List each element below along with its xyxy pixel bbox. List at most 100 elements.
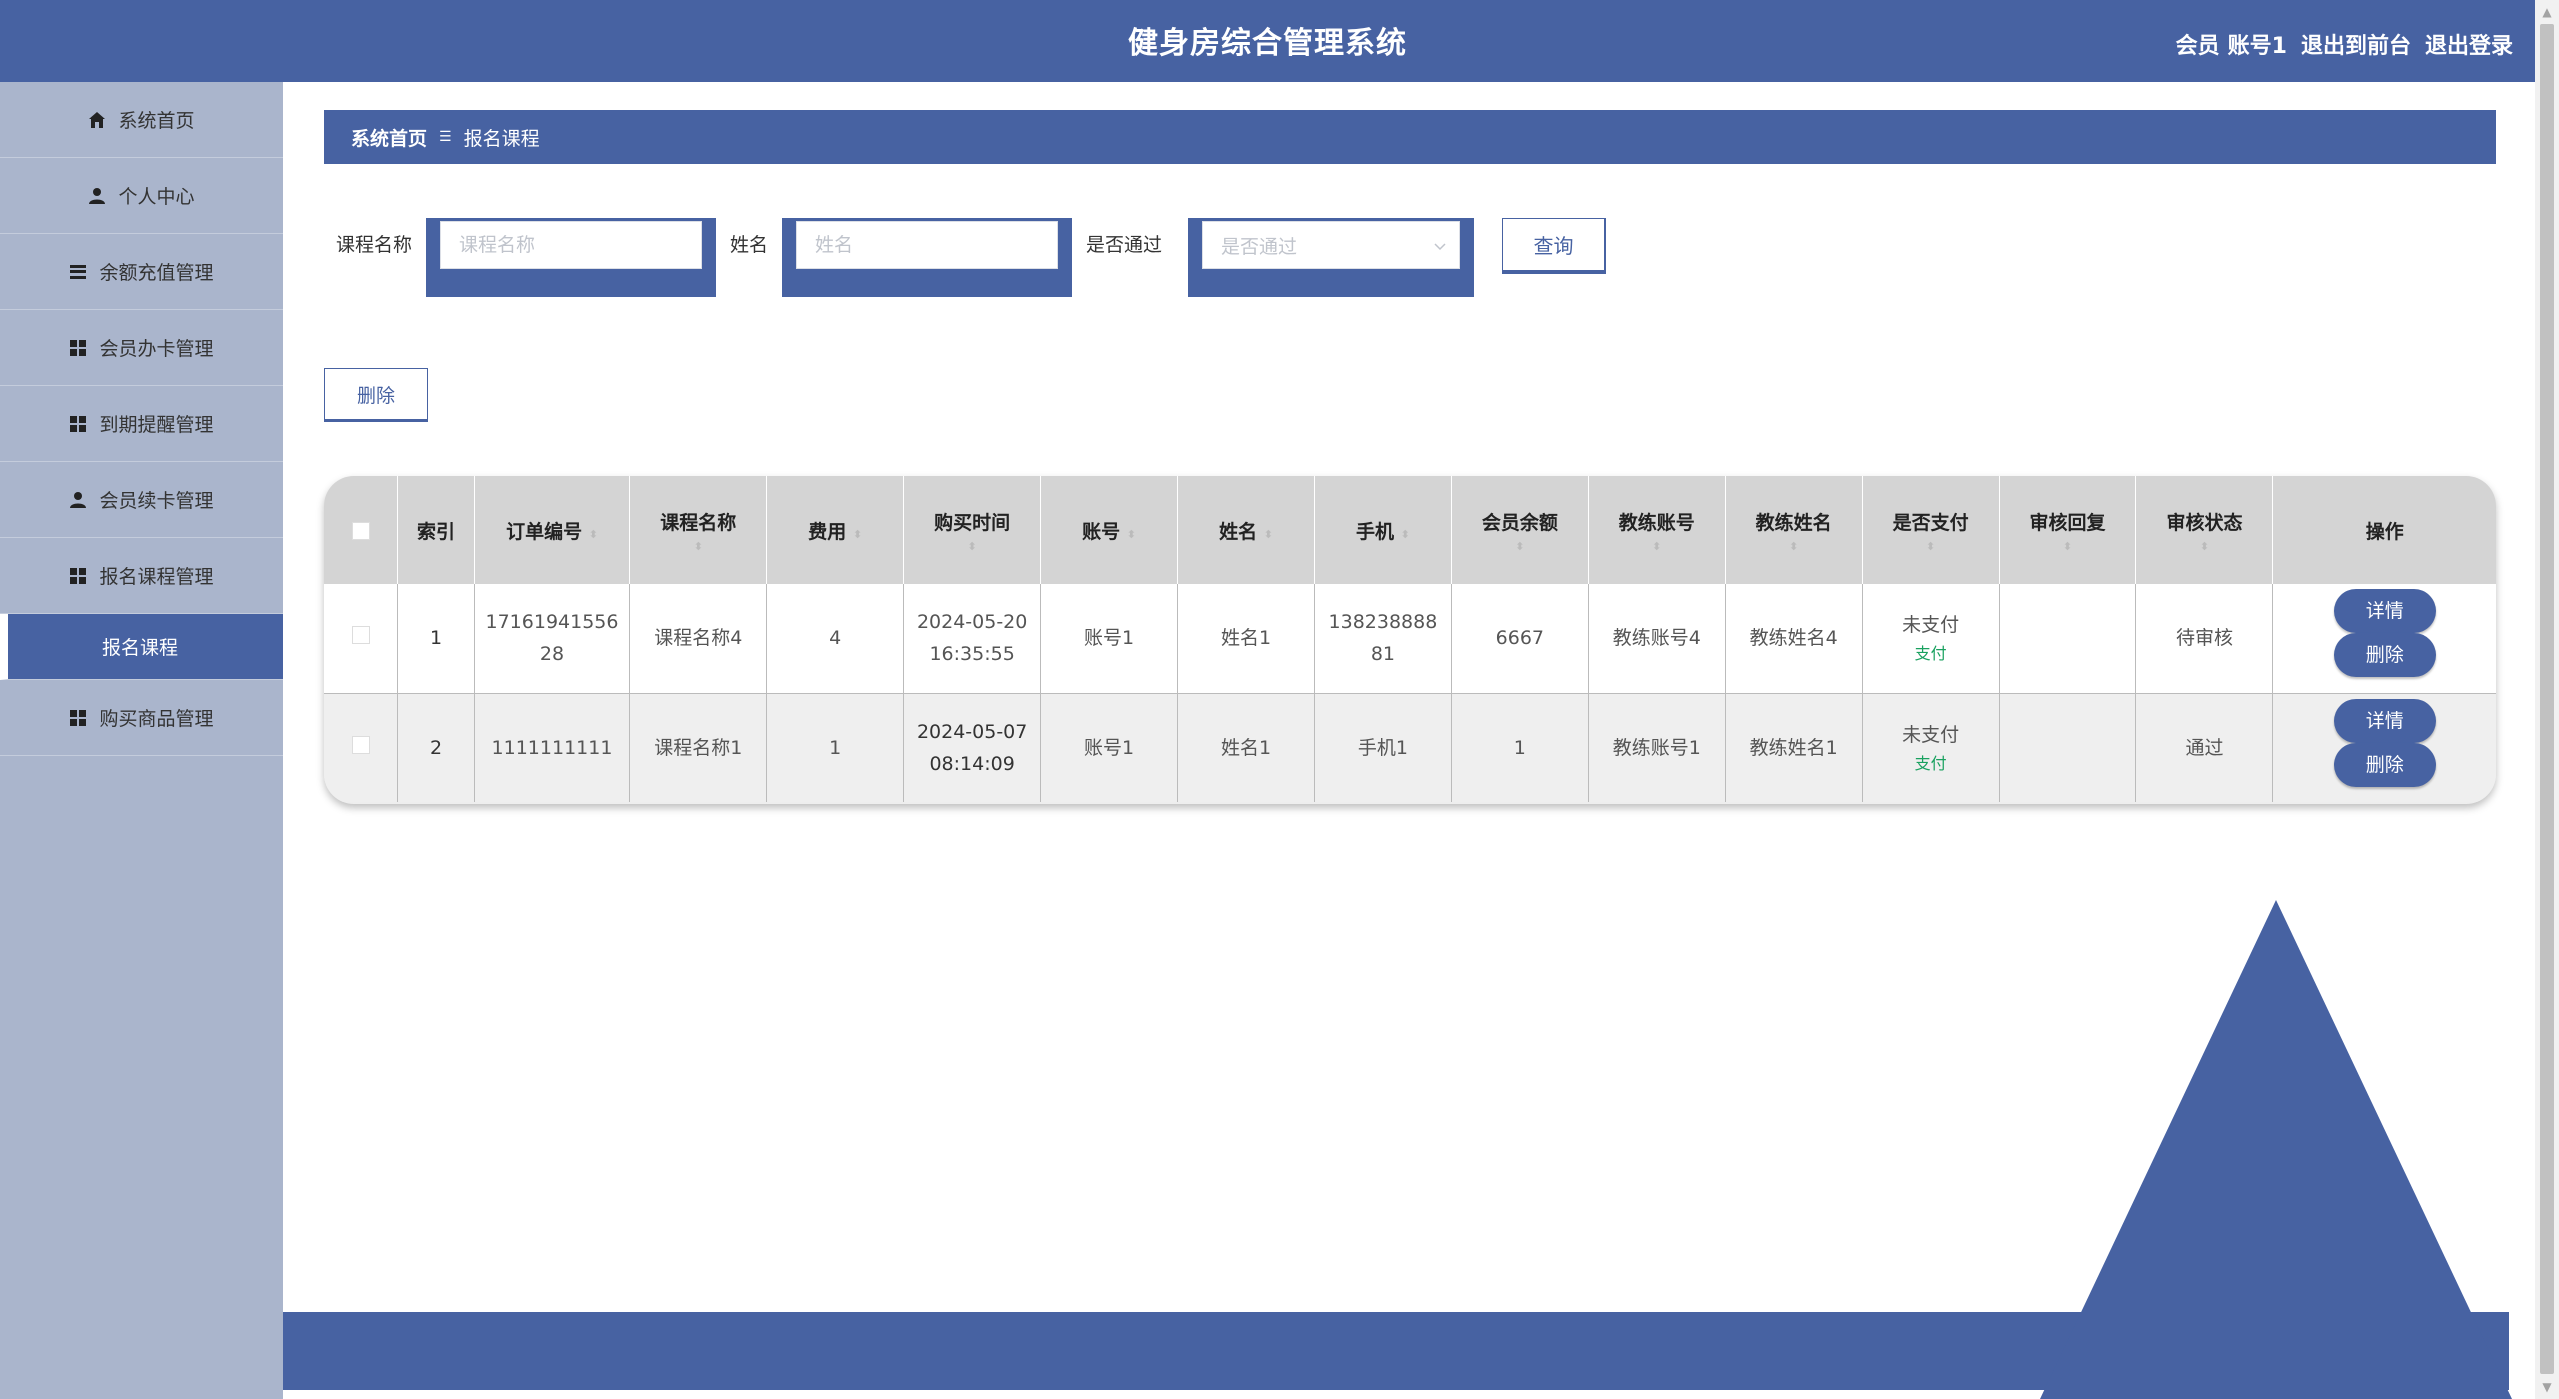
cell-phone: 13823888881 xyxy=(1314,584,1452,693)
user-icon xyxy=(88,187,106,205)
col-header-coach-account[interactable]: 教练账号 ⬍ xyxy=(1588,476,1726,584)
sort-icon: ⬍ xyxy=(1263,527,1273,541)
passed-select-placeholder: 是否通过 xyxy=(1221,235,1298,258)
pay-link[interactable]: 支付 xyxy=(1873,751,1989,777)
sidebar-item-profile[interactable]: 个人中心 xyxy=(0,158,283,234)
paid-status: 未支付 xyxy=(1902,614,1960,637)
col-header-account[interactable]: 账号 ⬍ xyxy=(1040,476,1179,584)
sort-icon: ⬍ xyxy=(2199,539,2210,553)
list-icon xyxy=(69,263,87,281)
sort-icon: ⬍ xyxy=(1400,527,1410,541)
query-button[interactable]: 查询 xyxy=(1502,218,1607,272)
sidebar-item-expiry-reminder[interactable]: 到期提醒管理 xyxy=(0,386,283,462)
cell-phone: 手机1 xyxy=(1314,693,1452,802)
sidebar-item-label: 个人中心 xyxy=(118,186,195,208)
breadcrumb-separator-icon: ☰ xyxy=(439,129,452,145)
cell-reply xyxy=(1999,693,2137,802)
col-header-paid[interactable]: 是否支付 ⬍ xyxy=(1862,476,2000,584)
cell-balance: 1 xyxy=(1451,693,1589,802)
cell-actions: 详情 删除 xyxy=(2273,584,2496,693)
name-input[interactable] xyxy=(796,221,1059,269)
passed-label: 是否通过 xyxy=(1086,234,1163,256)
delete-button[interactable]: 删除 xyxy=(2333,633,2436,678)
col-header-label: 手机 xyxy=(1355,520,1394,543)
sidebar-item-label: 报名课程管理 xyxy=(99,566,214,588)
sidebar-item-membership-card[interactable]: 会员办卡管理 xyxy=(0,310,283,386)
sort-icon: ⬍ xyxy=(693,539,703,553)
pay-link[interactable]: 支付 xyxy=(1873,641,1989,667)
cell-index: 1 xyxy=(397,584,475,693)
breadcrumb-home[interactable]: 系统首页 xyxy=(351,124,427,151)
grid-icon xyxy=(69,415,87,433)
to-front-link[interactable]: 退出到前台 xyxy=(2301,28,2411,60)
row-checkbox[interactable] xyxy=(351,735,370,754)
col-header-time[interactable]: 购买时间 ⬍ xyxy=(903,476,1042,584)
cell-coach-account: 教练账号4 xyxy=(1588,584,1726,693)
col-header-label: 费用 xyxy=(808,520,847,543)
col-header-label: 是否支付 xyxy=(1892,511,1969,534)
cell-paid: 未支付 支付 xyxy=(1862,693,2000,802)
sidebar-item-label: 购买商品管理 xyxy=(99,708,214,730)
user-nav: 会员 账号1 退出到前台 退出登录 xyxy=(2176,0,2513,82)
decorative-triangle xyxy=(2040,900,2512,1399)
grid-icon xyxy=(69,567,87,585)
col-header-fee[interactable]: 费用 ⬍ xyxy=(766,476,905,584)
sort-icon: ⬍ xyxy=(852,527,863,541)
col-header-name[interactable]: 姓名 ⬍ xyxy=(1177,476,1315,584)
col-header-phone[interactable]: 手机 ⬍ xyxy=(1314,476,1452,584)
table-row: 1 1716194155628 课程名称4 4 2024-05-20 16:35… xyxy=(324,584,2496,693)
select-all-checkbox[interactable] xyxy=(351,521,370,540)
col-header-coach-name[interactable]: 教练姓名 ⬍ xyxy=(1725,476,1863,584)
cell-fee: 4 xyxy=(766,584,905,693)
col-header-label: 教练账号 xyxy=(1618,511,1695,534)
col-header-label: 审核状态 xyxy=(2166,511,2243,534)
sidebar-item-label: 报名课程 xyxy=(102,637,179,659)
cell-coach-name: 教练姓名1 xyxy=(1725,693,1863,802)
scrollbar-thumb[interactable] xyxy=(2540,24,2554,1374)
row-checkbox[interactable] xyxy=(351,626,370,645)
detail-button[interactable]: 详情 xyxy=(2333,589,2436,634)
sort-icon: ⬍ xyxy=(588,527,598,541)
sort-icon: ⬍ xyxy=(1515,539,1525,553)
sidebar-item-label: 系统首页 xyxy=(118,110,195,132)
app-title: 健身房综合管理系统 xyxy=(1128,26,1407,61)
detail-button[interactable]: 详情 xyxy=(2333,698,2436,743)
sidebar-item-recharge[interactable]: 余额充值管理 xyxy=(0,234,283,310)
table-row: 2 1111111111 课程名称1 1 2024-05-07 08:14:09… xyxy=(324,693,2496,802)
cell-account: 账号1 xyxy=(1040,584,1179,693)
logout-link[interactable]: 退出登录 xyxy=(2425,28,2513,60)
sidebar-item-course-enrollment-mgmt[interactable]: 报名课程管理 xyxy=(0,538,283,614)
cell-fee: 1 xyxy=(766,693,905,802)
passed-frame: 是否通过 xyxy=(1188,218,1475,297)
delete-button[interactable]: 删除 xyxy=(2333,742,2436,787)
sort-icon: ⬍ xyxy=(2062,539,2073,553)
sort-icon: ⬍ xyxy=(1126,527,1136,541)
passed-select[interactable]: 是否通过 xyxy=(1202,221,1461,269)
sidebar-item-card-renewal[interactable]: 会员续卡管理 xyxy=(0,462,283,538)
sidebar-item-label: 余额充值管理 xyxy=(99,262,214,284)
course-name-input[interactable] xyxy=(440,221,703,269)
scroll-up-icon[interactable]: ▲ xyxy=(2535,2,2559,22)
col-header-balance[interactable]: 会员余额 ⬍ xyxy=(1451,476,1589,584)
vertical-scrollbar[interactable]: ▲ ▼ xyxy=(2535,0,2559,1399)
col-header-label: 教练姓名 xyxy=(1755,511,1832,534)
scroll-down-icon[interactable]: ▼ xyxy=(2535,1377,2559,1397)
sidebar-subitem-course-enrollment[interactable]: 报名课程 xyxy=(0,614,283,680)
sidebar-item-purchase-goods[interactable]: 购买商品管理 xyxy=(0,680,283,756)
cell-balance: 6667 xyxy=(1451,584,1589,693)
col-header-course[interactable]: 课程名称 ⬍ xyxy=(629,476,768,584)
col-header-reply[interactable]: 审核回复 ⬍ xyxy=(1999,476,2137,584)
col-header-order-no[interactable]: 订单编号 ⬍ xyxy=(474,476,631,584)
sidebar-item-home[interactable]: 系统首页 xyxy=(0,82,283,158)
enrollment-table: 索引 订单编号 ⬍ 课程名称 ⬍ 费用 ⬍ 购买时间 ⬍ 账号 ⬍ 姓名 ⬍ 手机 … xyxy=(324,476,2496,804)
col-header-label: 课程名称 xyxy=(660,511,737,534)
user-role: 会员 xyxy=(2175,34,2220,59)
cell-name: 姓名1 xyxy=(1177,584,1315,693)
col-header-label: 购买时间 xyxy=(934,511,1011,534)
sort-icon: ⬍ xyxy=(967,539,977,553)
cell-coach-account: 教练账号1 xyxy=(1588,693,1726,802)
col-header-status[interactable]: 审核状态 ⬍ xyxy=(2135,476,2274,584)
batch-delete-button[interactable]: 删除 xyxy=(324,368,428,422)
course-name-frame xyxy=(426,218,717,297)
cell-course: 课程名称1 xyxy=(629,693,768,802)
